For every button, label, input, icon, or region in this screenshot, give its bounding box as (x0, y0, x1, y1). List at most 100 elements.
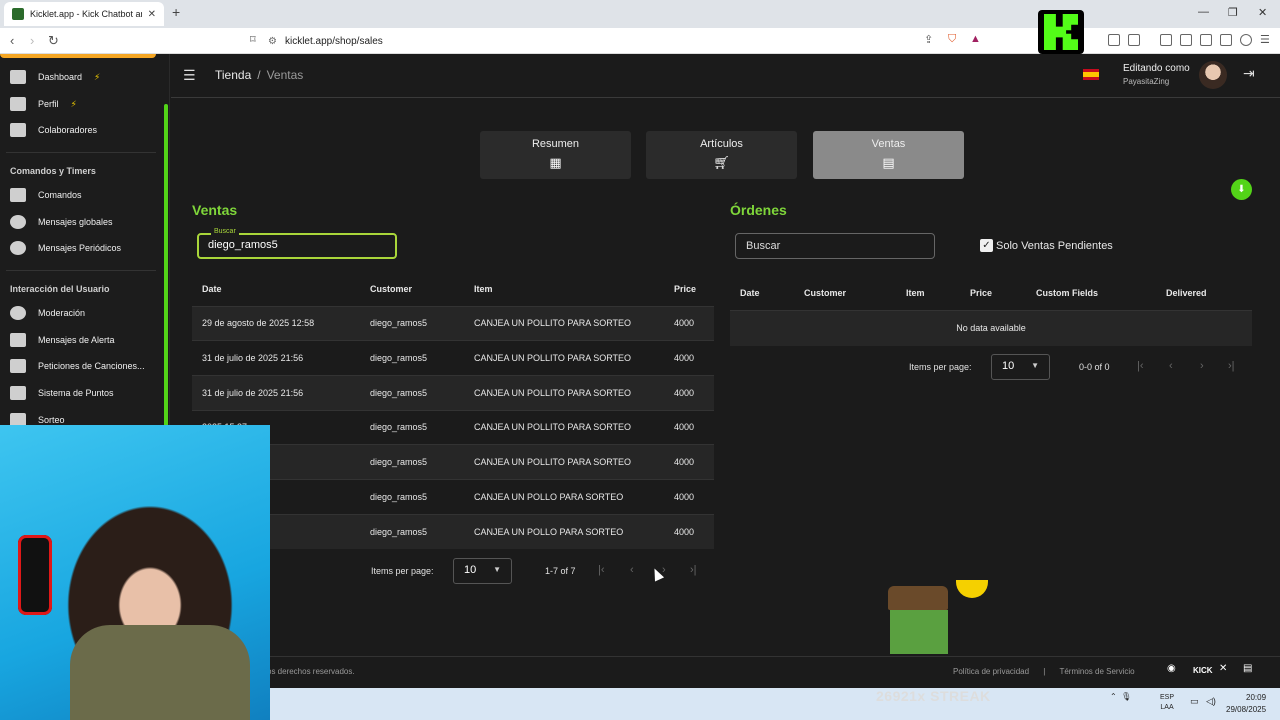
browser-tab[interactable]: Kicklet.app - Kick Chatbot and C ✕ (4, 2, 164, 26)
column-header[interactable]: Date (192, 272, 360, 306)
taskbar-clock[interactable]: 20:09 29/08/2025 (1226, 692, 1266, 716)
pending-sales-checkbox[interactable]: ✓ (980, 239, 993, 252)
items-per-page-select[interactable]: 10 ▼ (453, 558, 512, 584)
wallet-icon[interactable] (1200, 34, 1212, 46)
terms-link[interactable]: Términos de Servicio (1059, 667, 1134, 676)
sidebar-item-comandos[interactable]: Comandos (10, 187, 82, 203)
system-tray-icons[interactable]: ⌃ 🎙︎ (1110, 692, 1131, 701)
table-row[interactable]: 2025 15:37diego_ramos5CANJEA UN POLLITO … (192, 409, 714, 445)
column-header[interactable]: Customer (360, 272, 464, 306)
dashboard-icon (10, 70, 26, 84)
empty-state: No data available (730, 309, 1252, 346)
column-header[interactable]: Price (960, 276, 1026, 310)
docs-icon[interactable]: ▤ (1243, 663, 1252, 674)
sidebar-item-moderacion[interactable]: Moderación (10, 305, 85, 321)
ventas-search-input[interactable] (208, 239, 388, 251)
extensions-icon[interactable] (1108, 34, 1120, 46)
site-settings-icon[interactable]: ⚙ (268, 36, 277, 47)
volume-icon[interactable]: ◁) (1206, 696, 1216, 707)
item-cell: CANJEA UN POLLITO PARA SORTEO (464, 374, 664, 411)
first-page-icon[interactable]: |‹ (598, 564, 605, 576)
sidebar-scrollbar[interactable] (164, 104, 168, 434)
price-cell: 4000 (664, 409, 714, 445)
forward-icon[interactable]: › (30, 33, 34, 48)
discord-icon[interactable]: ◉ (1167, 663, 1176, 674)
table-row[interactable]: 2025 22:09diego_ramos5CANJEA UN POLLO PA… (192, 513, 714, 549)
minimize-icon[interactable]: — (1198, 6, 1209, 18)
sidebar-item-dashboard[interactable]: Dashboard ⚡ (10, 69, 100, 85)
first-page-icon[interactable]: |‹ (1137, 360, 1144, 372)
sidebar-item-puntos[interactable]: Sistema de Puntos (10, 385, 114, 401)
sidebar-item-mensajes-globales[interactable]: Mensajes globales (10, 214, 113, 230)
new-tab-button[interactable]: + (172, 4, 180, 20)
vpn-icon[interactable] (1240, 34, 1252, 46)
privacy-link[interactable]: Política de privacidad (953, 667, 1029, 676)
sidebar-item-mensajes-periodicos[interactable]: Mensajes Periódicos (10, 240, 121, 256)
page-footer: os derechos reservados. Política de priv… (171, 656, 1280, 688)
sidebar-item-peticiones[interactable]: Peticiones de Canciones... (10, 358, 145, 374)
spain-flag-icon[interactable] (1083, 69, 1099, 80)
network-icon[interactable]: ▭ (1190, 696, 1199, 707)
back-icon[interactable]: ‹ (10, 33, 14, 48)
table-row[interactable]: 2025 22:09diego_ramos5CANJEA UN POLLO PA… (192, 478, 714, 515)
footer-links: Política de privacidad | Términos de Ser… (953, 667, 1135, 676)
brave-shield-icon[interactable]: ⛉ (948, 33, 956, 46)
leo-ai-icon[interactable] (1220, 34, 1232, 46)
last-page-icon[interactable]: ›| (1228, 360, 1235, 372)
table-row[interactable]: 2025 15:37diego_ramos5CANJEA UN POLLITO … (192, 444, 714, 480)
ventas-search-field[interactable]: Buscar (197, 228, 397, 259)
tab-ventas[interactable]: Ventas ▤ (813, 131, 964, 179)
items-per-page-select[interactable]: 10 ▼ (991, 354, 1050, 380)
media-icon[interactable] (1160, 34, 1172, 46)
last-page-icon[interactable]: ›| (690, 564, 697, 576)
logout-icon[interactable]: ⇥ (1243, 65, 1255, 82)
kick-link-icon[interactable]: KICK (1193, 666, 1213, 675)
item-cell: CANJEA UN POLLITO PARA SORTEO (464, 444, 664, 480)
clock-icon (10, 241, 26, 255)
close-window-icon[interactable]: ✕ (1258, 6, 1267, 19)
sprite-frog (890, 610, 948, 654)
table-row[interactable]: 29 de agosto de 2025 12:58 diego_ramos5 CA… (192, 305, 714, 341)
url-text: kicklet.app/shop/sales (284, 35, 383, 47)
column-header[interactable]: Customer (794, 276, 896, 310)
column-header[interactable]: Item (896, 276, 960, 310)
ordenes-search-input[interactable]: Buscar (735, 233, 935, 259)
tab-articulos[interactable]: Artículos 🛒︎ (646, 131, 797, 179)
breadcrumb-root[interactable]: Tienda (215, 68, 251, 82)
column-header[interactable]: Date (730, 276, 794, 310)
table-row[interactable]: 31 de julio de 2025 21:56 diego_ramos5 CAN… (192, 374, 714, 411)
bookmark-icon[interactable]: ⌑ (250, 33, 256, 46)
tab-label: Resumen (531, 138, 580, 150)
sidebar-item-mensajes-alerta[interactable]: Mensajes de Alerta (10, 332, 115, 348)
sidebar-item-colaboradores[interactable]: Colaboradores (10, 122, 97, 138)
tab-resumen[interactable]: Resumen ▦ (480, 131, 631, 179)
close-tab-icon[interactable]: ✕ (148, 9, 156, 20)
prev-page-icon[interactable]: ‹ (1169, 360, 1173, 372)
url-field[interactable]: ⚙ kicklet.app/shop/sales (268, 32, 988, 50)
menu-icon[interactable]: ☰ (1260, 33, 1270, 46)
shield-icon (10, 306, 26, 320)
avatar[interactable] (1199, 61, 1227, 89)
collapse-menu-icon[interactable]: ☰ (183, 67, 196, 84)
wrench-icon (10, 188, 26, 202)
lang-line1: ESP (1160, 694, 1175, 701)
share-icon[interactable]: ⇪ (924, 33, 933, 46)
rewards-icon[interactable]: ▲ (970, 33, 981, 45)
column-header[interactable]: Custom Fields (1026, 276, 1156, 310)
item-cell: CANJEA UN POLLITO PARA SORTEO (464, 409, 664, 445)
language-indicator[interactable]: ESP LAA (1160, 693, 1174, 713)
maximize-icon[interactable]: ❐ (1228, 6, 1238, 19)
next-page-icon[interactable]: › (1200, 360, 1204, 372)
prev-page-icon[interactable]: ‹ (630, 564, 634, 576)
sidebar-toggle-icon[interactable] (1128, 34, 1140, 46)
column-header[interactable]: Price (664, 272, 714, 306)
reload-icon[interactable]: ↻ (48, 33, 59, 49)
reader-icon[interactable] (1180, 34, 1192, 46)
x-icon[interactable]: ✕ (1219, 663, 1227, 674)
table-row[interactable]: 31 de julio de 2025 21:56 diego_ramos5 CAN… (192, 340, 714, 376)
column-header[interactable]: Item (464, 272, 664, 306)
download-button[interactable]: ⬇ (1231, 179, 1252, 200)
sidebar-item-perfil[interactable]: Perfil ⚡ (10, 96, 77, 112)
column-header[interactable]: Delivered (1156, 276, 1252, 310)
breadcrumb-separator: / (257, 68, 261, 82)
